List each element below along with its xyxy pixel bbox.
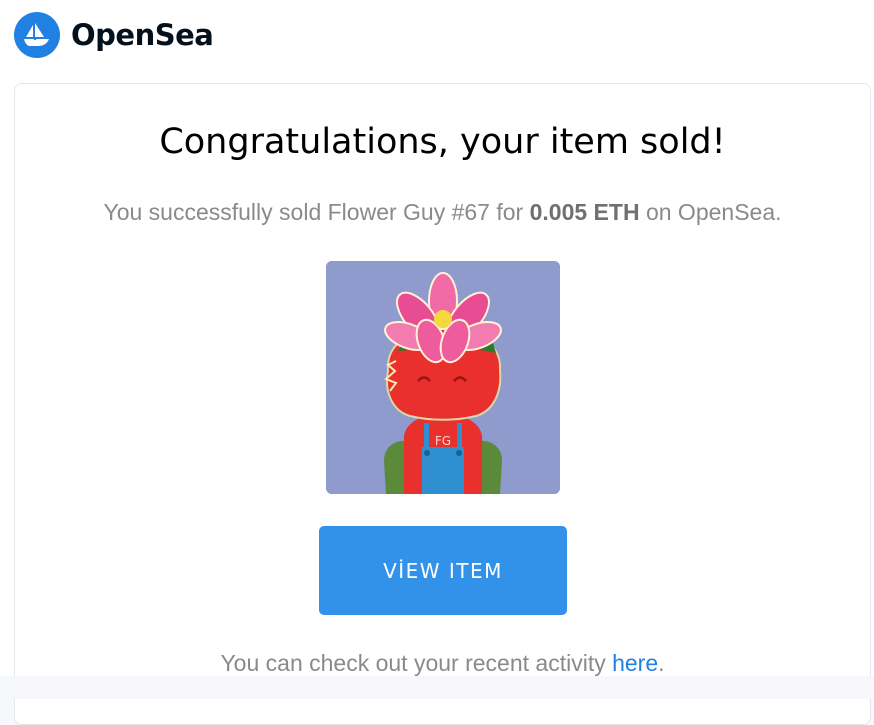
- activity-message-suffix: .: [658, 650, 665, 676]
- activity-message-prefix: You can check out your recent activity: [220, 650, 613, 676]
- shirt-logo: FG: [435, 434, 451, 448]
- email-card: Congratulations, your item sold! You suc…: [14, 83, 871, 725]
- nft-image[interactable]: FG: [326, 261, 560, 494]
- page-title: Congratulations, your item sold!: [159, 122, 726, 162]
- sale-message-suffix: on OpenSea.: [639, 199, 782, 225]
- sale-price: 0.005 ETH: [529, 199, 640, 225]
- opensea-logo-icon[interactable]: [14, 12, 60, 58]
- activity-message: You can check out your recent activity h…: [15, 650, 870, 677]
- header: OpenSea: [14, 12, 214, 58]
- view-item-button[interactable]: VİEW ITEM: [319, 526, 567, 615]
- sale-message-prefix: You successfully sold Flower Guy #67 for: [103, 199, 530, 225]
- page-footer-strip: [0, 676, 874, 699]
- activity-link[interactable]: here: [612, 650, 658, 676]
- sale-message: You successfully sold Flower Guy #67 for…: [15, 199, 870, 226]
- brand-name[interactable]: OpenSea: [71, 18, 214, 52]
